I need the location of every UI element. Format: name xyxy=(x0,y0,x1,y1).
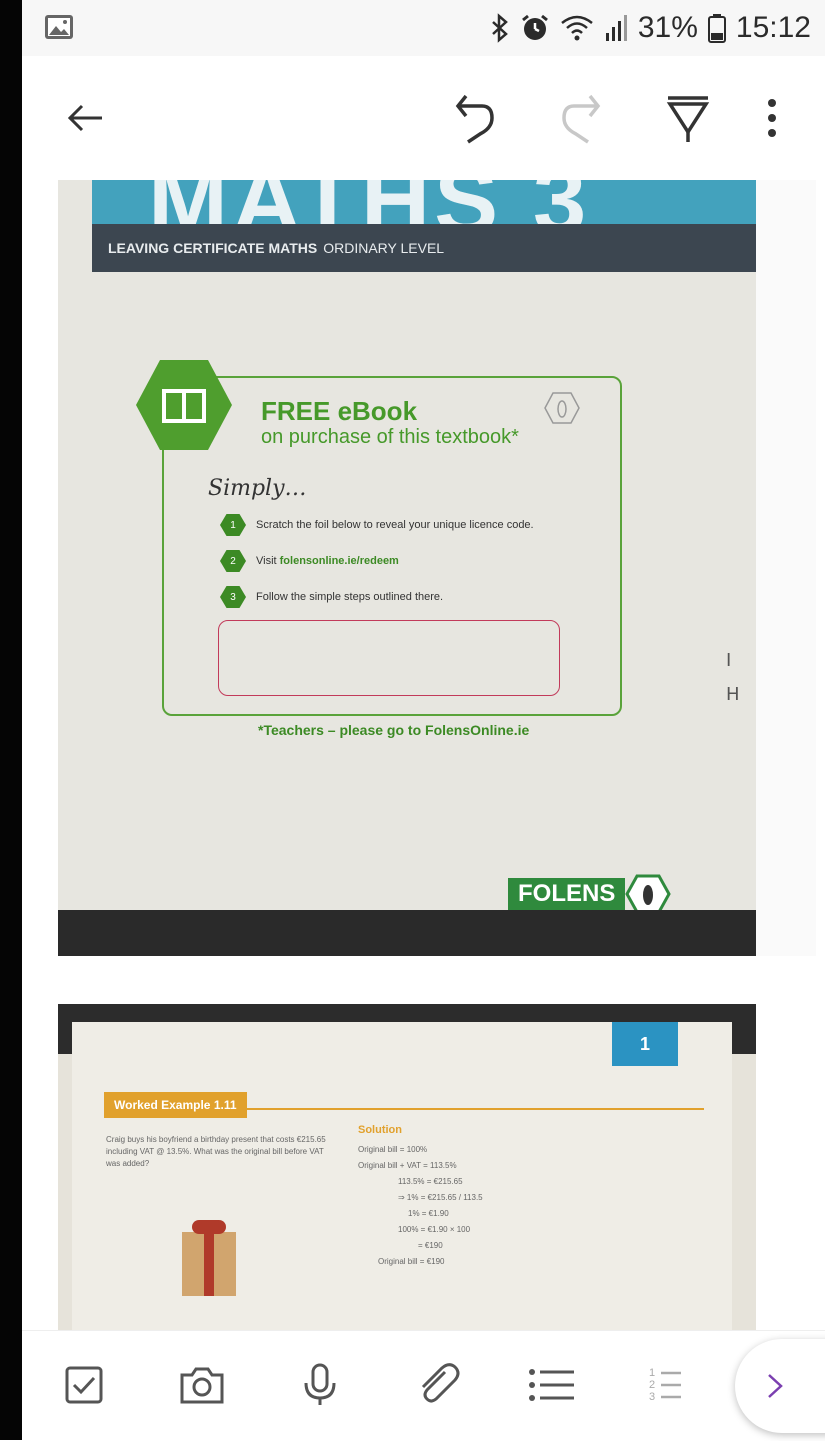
solution-line: = €190 xyxy=(418,1241,443,1250)
back-button[interactable] xyxy=(54,86,118,150)
bee-badge-icon xyxy=(625,874,672,914)
more-options-button[interactable] xyxy=(752,86,792,150)
camera-icon xyxy=(180,1367,224,1404)
redo-button[interactable] xyxy=(552,86,616,150)
simply-text: Simply… xyxy=(208,476,307,501)
step-2: 2 Visit folensonline.ie/redeem xyxy=(220,550,399,572)
bottom-toolbar: 1 2 3 xyxy=(22,1330,825,1441)
back-arrow-icon xyxy=(67,104,102,132)
left-edge-bar xyxy=(0,0,22,1440)
checkbox-button[interactable] xyxy=(54,1355,114,1415)
textbook-page: 1 Worked Example 1.11 Craig buys his boy… xyxy=(72,1022,732,1330)
gift-box-image xyxy=(182,1220,236,1296)
status-bar: 31% 15:12 xyxy=(22,0,825,56)
numbered-list-icon: 1 2 3 xyxy=(649,1367,683,1403)
bulleted-list-button[interactable] xyxy=(522,1355,582,1415)
side-mark: I xyxy=(726,650,732,671)
teachers-note: *Teachers – please go to FolensOnline.ie xyxy=(258,722,530,738)
publisher-logo: FOLENS xyxy=(508,874,672,914)
solution-line: 113.5% = €215.65 xyxy=(398,1177,463,1186)
solution-line: ⇒ 1% = €215.65 / 113.5 xyxy=(398,1193,483,1202)
ebook-subtitle: on purchase of this textbook* xyxy=(261,426,519,448)
solution-line: 100% = €1.90 × 100 xyxy=(398,1225,471,1234)
solution-line: Original bill = 100% xyxy=(358,1145,428,1154)
right-margin xyxy=(756,180,816,956)
scratch-code-box xyxy=(218,620,560,696)
list-number: 2 xyxy=(648,1379,656,1391)
mic-icon xyxy=(304,1363,336,1405)
step-text: Visit xyxy=(256,555,280,567)
solution-lines: Original bill = 100% Original bill + VAT… xyxy=(358,1142,658,1270)
cover-subtitle-bold: LEAVING CERTIFICATE MATHS xyxy=(108,240,318,256)
undo-button[interactable] xyxy=(440,86,504,150)
photo-cover-page[interactable]: MATHS 3 LEAVING CERTIFICATE MATHS ORDINA… xyxy=(58,180,756,956)
page-number: 1 xyxy=(612,1022,678,1066)
chevron-right-icon xyxy=(768,1374,783,1398)
clock: 15:12 xyxy=(735,11,811,44)
mic-button[interactable] xyxy=(290,1355,350,1415)
gallery-icon xyxy=(45,15,73,39)
camera-button[interactable] xyxy=(172,1355,232,1415)
cover-subtitle-rest: ORDINARY LEVEL xyxy=(323,240,445,256)
solution-title: Solution xyxy=(358,1124,402,1136)
solution-line: 1% = €1.90 xyxy=(408,1209,449,1218)
question-text: Craig buys his boyfriend a birthday pres… xyxy=(106,1135,326,1168)
alarm-icon xyxy=(521,14,548,40)
step-text: Scratch the foil below to reveal your un… xyxy=(256,519,534,531)
bluetooth-icon xyxy=(492,13,508,43)
top-toolbar xyxy=(22,56,825,180)
solution-line: Original bill + VAT = 113.5% xyxy=(358,1161,457,1170)
bulleted-list-icon xyxy=(529,1369,574,1401)
step-number: 1 xyxy=(220,514,246,536)
bee-logo-icon xyxy=(544,392,580,424)
checkbox-icon xyxy=(65,1366,103,1404)
step-text: Follow the simple steps outlined there. xyxy=(256,591,444,603)
redeem-link: folensonline.ie/redeem xyxy=(279,555,399,567)
step-1: 1 Scratch the foil below to reveal your … xyxy=(220,514,534,536)
step-number: 2 xyxy=(220,550,246,572)
photo-dark-edge xyxy=(58,910,756,956)
battery-icon xyxy=(707,14,726,43)
publisher-name: FOLENS xyxy=(508,878,626,910)
paperclip-icon xyxy=(421,1363,460,1403)
attach-button[interactable] xyxy=(408,1355,468,1415)
next-button[interactable] xyxy=(735,1339,825,1433)
redo-icon xyxy=(562,94,601,144)
book-icon xyxy=(162,389,206,423)
solution-line: Original bill = €190 xyxy=(378,1257,445,1266)
undo-icon xyxy=(455,94,494,144)
step-number: 3 xyxy=(220,586,246,608)
signal-icon xyxy=(605,15,627,41)
worked-example-label: Worked Example 1.11 xyxy=(104,1092,247,1118)
cover-subtitle: LEAVING CERTIFICATE MATHS ORDINARY LEVEL xyxy=(92,224,756,272)
numbered-list-button[interactable]: 1 2 3 xyxy=(636,1355,696,1415)
step-3: 3 Follow the simple steps outlined there… xyxy=(220,586,443,608)
side-mark: H xyxy=(726,684,740,705)
ebook-title: FREE eBook xyxy=(261,396,418,426)
photo-worked-example[interactable]: 1 Worked Example 1.11 Craig buys his boy… xyxy=(58,1004,756,1330)
list-number: 3 xyxy=(648,1391,656,1403)
pen-button[interactable] xyxy=(656,86,720,150)
wifi-icon xyxy=(561,15,593,41)
note-content[interactable]: MATHS 3 LEAVING CERTIFICATE MATHS ORDINA… xyxy=(22,180,825,1330)
more-vert-icon xyxy=(768,99,776,137)
pen-icon xyxy=(666,96,710,142)
battery-percent: 31% xyxy=(637,11,698,44)
list-number: 1 xyxy=(648,1367,656,1379)
